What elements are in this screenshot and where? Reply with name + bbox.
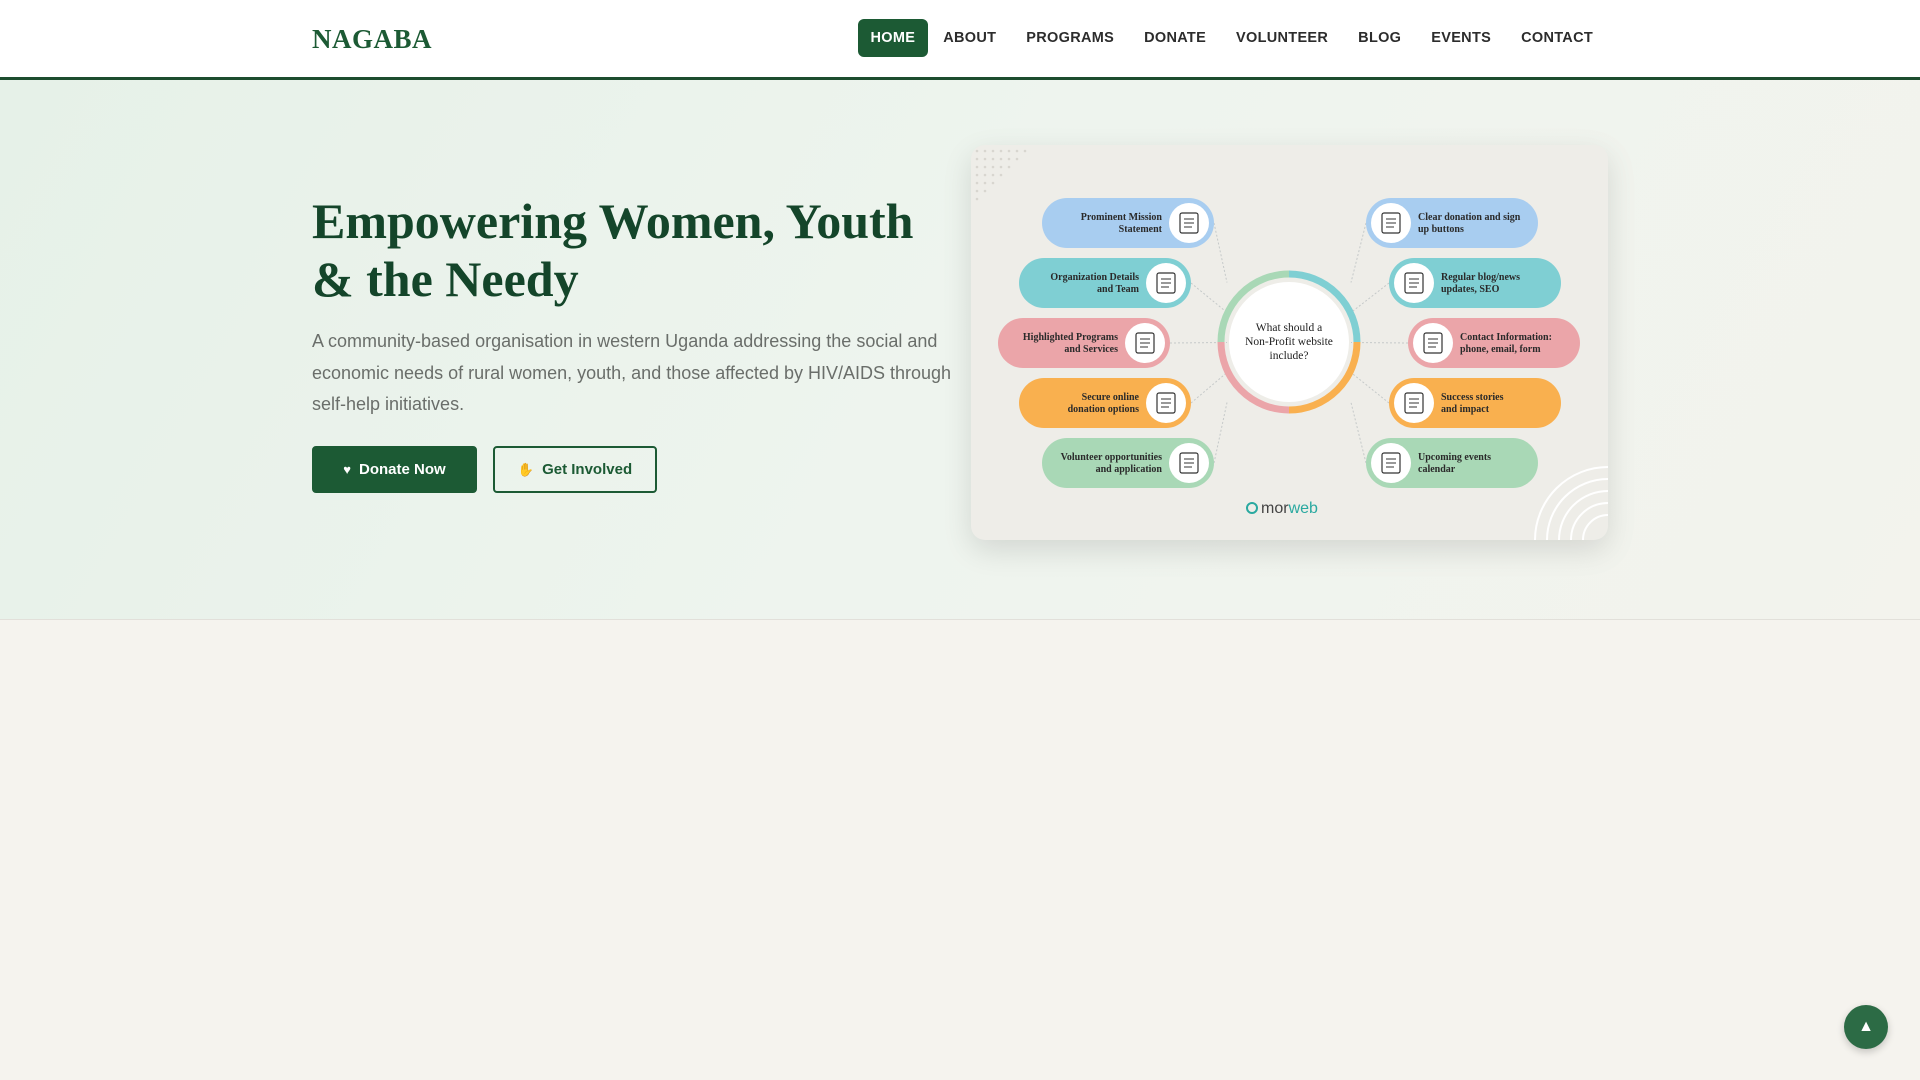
infographic-item-text: Upcoming events: [1418, 452, 1491, 463]
donate-now-label: Donate Now: [359, 461, 446, 478]
decorative-dots: [975, 149, 1027, 201]
infographic-item-right-2: Regular blog/newsupdates, SEO: [1389, 258, 1561, 308]
arrow-up-icon: ▲: [1858, 1018, 1874, 1035]
infographic-item-right-1: Clear donation and signup buttons: [1366, 198, 1538, 248]
infographic-item-text: Secure online: [1082, 392, 1140, 403]
site-header: NAGABA HOME ABOUT PROGRAMS DONATE VOLUNT…: [0, 0, 1920, 80]
infographic-item-left-5: Volunteer opportunitiesand application: [1042, 438, 1214, 488]
infographic-item-text: and impact: [1441, 404, 1490, 415]
heart-icon: ♥: [343, 462, 352, 477]
hands-icon: ✋: [517, 461, 535, 477]
infographic-item-text: Regular blog/news: [1441, 272, 1520, 283]
infographic-item-text: donation options: [1068, 404, 1140, 415]
nav-volunteer[interactable]: VOLUNTEER: [1221, 19, 1343, 57]
infographic-item-text: Statement: [1119, 224, 1163, 235]
nav-donate[interactable]: DONATE: [1129, 19, 1221, 57]
infographic-item-text: Success stories: [1441, 392, 1504, 403]
infographic-graphic: Prominent MissionStatement Organization D…: [975, 149, 1608, 540]
infographic-image: Prominent Mission Statement Organization D…: [971, 145, 1608, 540]
get-involved-label: Get Involved: [542, 461, 633, 478]
infographic-center-text: Non-Profit website: [1245, 336, 1333, 348]
nav-programs[interactable]: PROGRAMS: [1011, 19, 1129, 57]
infographic-center-text: include?: [1270, 350, 1309, 362]
infographic-item-left-3: Highlighted Programsand Services: [998, 318, 1170, 368]
hero-section: Empowering Women, Youth & the Needy A co…: [0, 80, 1920, 620]
get-involved-button[interactable]: ✋ Get Involved: [493, 446, 657, 493]
infographic-item-text: and Services: [1064, 344, 1118, 355]
infographic-center: What should a Non-Profit website include?: [1217, 270, 1361, 414]
decorative-arcs: [1534, 466, 1608, 540]
nav-contact[interactable]: CONTACT: [1506, 19, 1608, 57]
infographic-item-left-1: Prominent MissionStatement: [1042, 198, 1214, 248]
hero-description: A community-based organisation in wester…: [312, 331, 952, 414]
nav-home[interactable]: HOME: [857, 19, 929, 57]
infographic-item-text: Volunteer opportunities: [1061, 452, 1163, 463]
site-logo[interactable]: NAGABA: [312, 24, 432, 55]
infographic-item-left-2: Organization Detailsand Team: [1019, 258, 1191, 308]
infographic-item-text: phone, email, form: [1460, 344, 1541, 355]
nav-events[interactable]: EVENTS: [1416, 19, 1506, 57]
infographic-center-text: What should a: [1256, 322, 1322, 334]
nav-about[interactable]: ABOUT: [928, 19, 1011, 57]
infographic-item-left-4: Secure onlinedonation options: [1019, 378, 1191, 428]
infographic-item-text: Prominent Mission: [1081, 212, 1163, 223]
nav-blog[interactable]: BLOG: [1343, 19, 1416, 57]
infographic-item-text: up buttons: [1418, 224, 1464, 235]
main-nav: HOME ABOUT PROGRAMS DONATE VOLUNTEER BLO…: [857, 19, 1608, 57]
infographic-item-text: Highlighted Programs: [1023, 332, 1118, 343]
infographic-item-right-3: Contact Information:phone, email, form: [1408, 318, 1580, 368]
infographic-item-text: Contact Information:: [1460, 332, 1552, 343]
infographic-item-text: and Team: [1097, 284, 1140, 295]
infographic-item-text: calendar: [1418, 464, 1456, 475]
infographic-item-right-5: Upcoming eventscalendar: [1366, 438, 1538, 488]
hero-title: Empowering Women, Youth & the Needy: [312, 193, 914, 307]
donate-now-button[interactable]: ♥ Donate Now: [312, 446, 477, 493]
infographic-item-right-4: Success storiesand impact: [1389, 378, 1561, 428]
infographic-item-text: and application: [1096, 464, 1163, 475]
infographic-item-text: Organization Details: [1050, 272, 1139, 283]
infographic-brand-text: morweb: [1261, 500, 1318, 517]
infographic-item-text: updates, SEO: [1441, 284, 1500, 295]
scroll-to-top-button[interactable]: ▲: [1844, 1005, 1888, 1049]
infographic-brand: morweb: [1246, 500, 1318, 517]
infographic-item-text: Clear donation and sign: [1418, 212, 1521, 223]
